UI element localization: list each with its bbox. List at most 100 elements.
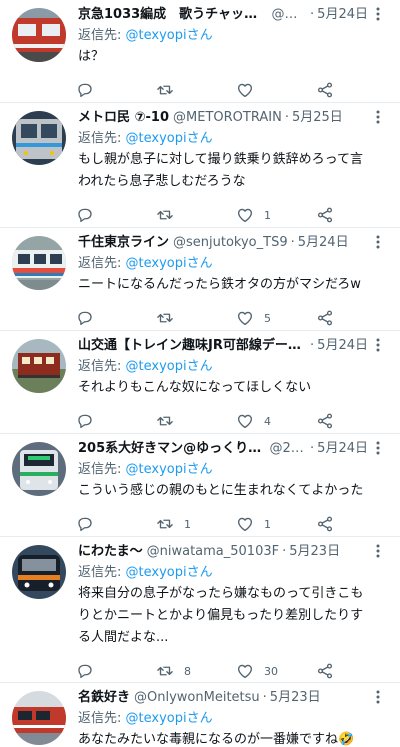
tweet-header: にわたま〜 @niwatama_50103F · 5月23日	[78, 541, 368, 563]
retweet-button[interactable]	[156, 309, 236, 327]
reply-button[interactable]	[76, 515, 156, 533]
avatar[interactable]	[12, 339, 66, 393]
reply-bubble-icon	[78, 517, 92, 532]
more-dots-icon[interactable]	[370, 109, 386, 125]
retweet-icon	[157, 519, 173, 529]
tweet-date[interactable]: 5月23日	[270, 687, 321, 709]
retweet-button[interactable]	[156, 206, 236, 224]
retweet-icon	[157, 416, 173, 426]
retweet-button[interactable]: 8	[156, 662, 236, 680]
tweet-date[interactable]: 5月24日	[317, 4, 368, 26]
retweet-icon	[157, 210, 173, 220]
reply-label: 返信先:	[78, 131, 122, 146]
user-handle[interactable]: @20...	[269, 438, 307, 460]
retweet-button[interactable]	[156, 81, 236, 99]
tweet-header: 千住東京ライン @senjutokyo_TS9 · 5月24日	[78, 232, 368, 254]
reply-mention[interactable]: @texyopiさん	[126, 28, 213, 43]
more-dots-icon[interactable]	[370, 689, 386, 705]
share-button[interactable]	[316, 662, 334, 680]
reply-mention[interactable]: @texyopiさん	[126, 565, 213, 580]
tweet-date[interactable]: 5月24日	[317, 335, 368, 357]
user-handle[interactable]: @senjutokyo_TS9	[173, 232, 288, 254]
share-button[interactable]	[316, 515, 334, 533]
tweet-date[interactable]: 5月24日	[317, 438, 368, 460]
share-button[interactable]	[316, 81, 334, 99]
more-dots-icon[interactable]	[370, 440, 386, 456]
display-name[interactable]: 山交通【トレイン趣味JR可部線データ...	[78, 335, 303, 357]
tweet[interactable]: メトロ民 ⑦-10 @METOROTRAIN · 5月25日 返信先: @tex…	[0, 103, 400, 228]
tweet[interactable]: 千住東京ライン @senjutokyo_TS9 · 5月24日 返信先: @te…	[0, 228, 400, 331]
share-icon	[317, 516, 333, 532]
tweet-text: こういう感じの親のもとに生まれなくてよかった	[78, 483, 364, 498]
tweet[interactable]: にわたま〜 @niwatama_50103F · 5月23日 返信先: @tex…	[0, 537, 400, 683]
more-dots-icon[interactable]	[370, 6, 386, 22]
reply-mention[interactable]: @texyopiさん	[126, 256, 213, 271]
tweet-text: 将来自分の息子がなったら嫌なものって引きこもりとかニートとかより偏見もったり差別…	[78, 586, 364, 645]
user-handle[interactable]: @OnlywonMeitetsu	[134, 687, 260, 709]
like-button[interactable]: 1	[236, 515, 316, 533]
tweet[interactable]: 205系大好きマン@ゆっくり茶番劇 @20... · 5月24日 返信先: @t…	[0, 434, 400, 537]
avatar[interactable]	[12, 111, 66, 165]
retweet-icon	[157, 313, 173, 323]
tweet-text: それよりもこんな奴になってほしくない	[78, 380, 312, 395]
avatar[interactable]	[12, 545, 66, 599]
avatar[interactable]	[12, 442, 66, 496]
user-handle[interactable]: @ゆ...	[272, 4, 308, 26]
share-icon	[317, 207, 333, 223]
reply-button[interactable]	[76, 206, 156, 224]
tweet-text: あなたみたいな毒親になるのが一番嫌ですね🤣	[78, 732, 355, 747]
reply-button[interactable]	[76, 662, 156, 680]
display-name[interactable]: 京急1033編成 歌うチャッカマン	[78, 4, 268, 26]
like-count: 5	[264, 311, 271, 325]
like-button[interactable]	[236, 81, 316, 99]
retweet-icon	[157, 85, 173, 95]
tweet[interactable]: 山交通【トレイン趣味JR可部線データ... · 5月24日 返信先: @texy…	[0, 331, 400, 434]
reply-button[interactable]	[76, 309, 156, 327]
display-name[interactable]: 千住東京ライン	[78, 232, 169, 254]
avatar[interactable]	[12, 236, 66, 290]
heart-icon	[237, 83, 253, 98]
like-button[interactable]: 4	[236, 412, 316, 430]
tweet[interactable]: 京急1033編成 歌うチャッカマン @ゆ... · 5月24日 返信先: @te…	[0, 0, 400, 103]
share-button[interactable]	[316, 309, 334, 327]
user-handle[interactable]: @niwatama_50103F	[147, 541, 279, 563]
reply-mention[interactable]: @texyopiさん	[126, 711, 213, 726]
reply-mention[interactable]: @texyopiさん	[126, 359, 213, 374]
retweet-button[interactable]: 1	[156, 515, 236, 533]
display-name[interactable]: にわたま〜	[78, 541, 143, 563]
display-name[interactable]: メトロ民 ⑦-10	[78, 107, 169, 129]
avatar[interactable]	[12, 8, 66, 62]
like-count: 4	[264, 414, 271, 428]
heart-icon	[237, 414, 253, 429]
reply-to: 返信先: @texyopiさん	[78, 26, 368, 46]
reply-to: 返信先: @texyopiさん	[78, 563, 368, 583]
share-icon	[317, 413, 333, 429]
reply-mention[interactable]: @texyopiさん	[126, 462, 213, 477]
reply-mention[interactable]: @texyopiさん	[126, 131, 213, 146]
like-button[interactable]: 30	[236, 662, 316, 680]
reply-button[interactable]	[76, 81, 156, 99]
share-button[interactable]	[316, 206, 334, 224]
tweet-date[interactable]: 5月24日	[298, 232, 349, 254]
display-name[interactable]: 名鉄好き	[78, 687, 130, 709]
reply-button[interactable]	[76, 412, 156, 430]
more-dots-icon[interactable]	[370, 337, 386, 353]
retweet-button[interactable]	[156, 412, 236, 430]
like-button[interactable]: 1	[236, 206, 316, 224]
display-name[interactable]: 205系大好きマン@ゆっくり茶番劇	[78, 438, 265, 460]
tweet-header: 205系大好きマン@ゆっくり茶番劇 @20... · 5月24日	[78, 438, 368, 460]
reply-label: 返信先:	[78, 359, 122, 374]
reply-feed: 京急1033編成 歌うチャッカマン @ゆ... · 5月24日 返信先: @te…	[0, 0, 400, 747]
avatar[interactable]	[12, 691, 66, 745]
more-dots-icon[interactable]	[370, 234, 386, 250]
more-dots-icon[interactable]	[370, 543, 386, 559]
share-button[interactable]	[316, 412, 334, 430]
like-button[interactable]: 5	[236, 309, 316, 327]
heart-icon	[237, 517, 253, 532]
like-count: 1	[264, 208, 271, 222]
user-handle[interactable]: @METOROTRAIN	[173, 107, 282, 129]
reply-to: 返信先: @texyopiさん	[78, 709, 368, 729]
tweet-date[interactable]: 5月25日	[292, 107, 343, 129]
tweet[interactable]: 名鉄好き @OnlywonMeitetsu · 5月23日 返信先: @texy…	[0, 683, 400, 747]
tweet-date[interactable]: 5月23日	[289, 541, 340, 563]
